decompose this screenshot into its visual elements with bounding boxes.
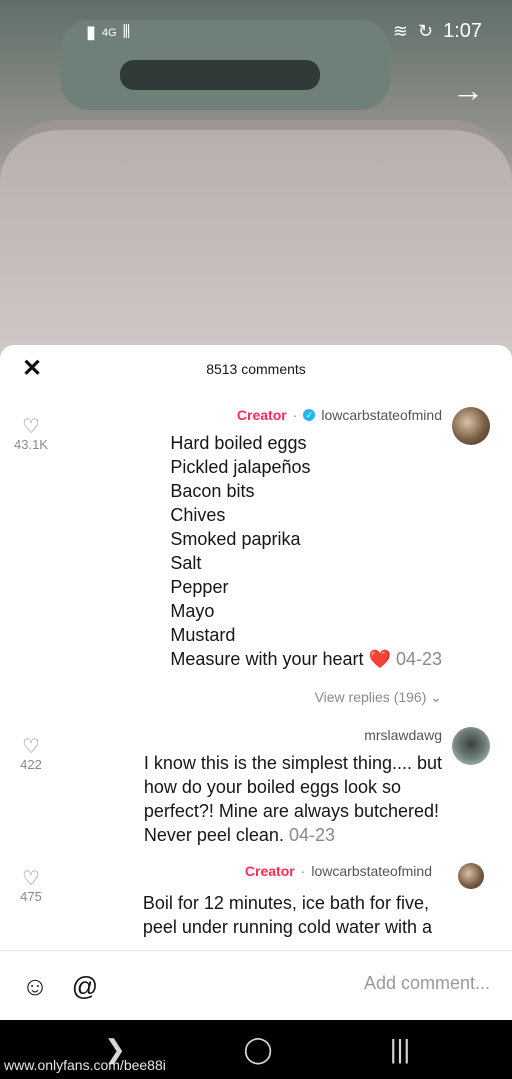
comment-line: Mustard	[170, 625, 236, 645]
avatar[interactable]	[458, 863, 484, 889]
comment-line: Pepper	[170, 577, 229, 597]
comment-line: Mayo	[170, 601, 215, 621]
sync-icon: ↻	[417, 21, 434, 41]
like-count: 422	[20, 757, 42, 772]
comment-line: I know this is the simplest thing.... bu…	[143, 753, 442, 773]
comment-line-text: Measure with your heart	[170, 649, 364, 669]
comments-header: ✕ 8513 comments	[0, 345, 512, 393]
network-badge-icon: 4G	[101, 26, 117, 39]
mention-icon[interactable]: @	[70, 971, 100, 1001]
signal-icon: ⫴	[122, 22, 131, 42]
recent-apps-icon[interactable]: |||	[380, 1034, 420, 1065]
battery-icon: ▮	[86, 22, 96, 42]
comments-count: 8513 comments	[206, 361, 306, 377]
comment-date: 04-23	[395, 649, 442, 669]
comment-line: Smoked paprika	[170, 529, 301, 549]
video-object-pan	[0, 120, 512, 360]
avatar[interactable]	[452, 407, 490, 445]
status-time: 1:07	[443, 20, 482, 42]
creator-badge: Creator	[244, 863, 295, 879]
status-bar: ▮ 4G ⫴ ≋ ↻ 1:07	[0, 18, 512, 46]
comment-text: Boil for 12 minutes, ice bath for five, …	[143, 891, 432, 939]
comment-last-line: Never peel clean. 04-23	[144, 823, 442, 847]
watermark-text: www.onlyfans.com/bee88i	[4, 1057, 166, 1073]
comment-line: Boil for 12 minutes, ice bath for five,	[142, 893, 429, 913]
like-button[interactable]: ♡ 422	[12, 737, 50, 772]
status-left-icons: ▮ 4G ⫴	[86, 22, 130, 43]
comment-line: Chives	[170, 505, 226, 525]
view-replies-label: View replies (196)	[314, 689, 427, 705]
comment-line: how do your boiled eggs look so	[143, 777, 402, 797]
home-icon[interactable]: ◯	[238, 1034, 278, 1065]
comment-author-row: Creator · ✓ lowcarbstateofmind	[237, 407, 442, 423]
wifi-icon: ≋	[392, 21, 408, 41]
comment-author-row: Creator · lowcarbstateofmind	[245, 863, 432, 879]
comment-last-line: Measure with your heart ❤️ 04-23	[170, 647, 442, 671]
heart-emoji-icon: ❤️	[368, 649, 391, 669]
comment-username[interactable]: lowcarbstateofmind	[321, 407, 442, 423]
share-arrow-button[interactable]: →	[448, 70, 488, 110]
comment-line: Pickled jalapeños	[170, 457, 311, 477]
creator-badge: Creator	[236, 407, 287, 423]
heart-outline-icon: ♡	[22, 416, 40, 438]
video-object-hole	[120, 60, 320, 90]
heart-outline-icon: ♡	[22, 736, 40, 758]
comment-line: Bacon bits	[170, 481, 255, 501]
like-button[interactable]: ♡ 475	[12, 869, 50, 904]
emoji-icon[interactable]: ☺	[20, 971, 50, 1001]
comment-username[interactable]: lowcarbstateofmind	[311, 863, 432, 879]
view-replies-link[interactable]: View replies (196) ⌄	[315, 689, 442, 706]
comment-author-row: mrslawdawg	[364, 727, 442, 743]
comments-panel: ✕ 8513 comments Creator · ✓ lowcarbstate…	[0, 345, 512, 1020]
separator-dot: ·	[292, 407, 298, 423]
avatar[interactable]	[452, 727, 490, 765]
comment-input[interactable]: Add comment...	[364, 973, 490, 994]
comment-input-bar: ☺ @ Add comment...	[0, 950, 512, 1020]
video-background[interactable]	[0, 0, 512, 360]
like-button[interactable]: ♡ 43.1K	[12, 417, 50, 452]
chevron-down-icon: ⌄	[430, 689, 442, 705]
comment-line: perfect?! Mine are always butchered!	[143, 801, 440, 821]
comment-line-text: Never peel clean.	[143, 825, 284, 845]
comment-line: peel under running cold water with a	[142, 917, 432, 937]
comment-username[interactable]: mrslawdawg	[364, 727, 442, 743]
like-count: 475	[20, 889, 42, 904]
comment-text: I know this is the simplest thing.... bu…	[144, 751, 442, 847]
comment-date: 04-23	[288, 825, 336, 845]
like-count: 43.1K	[14, 437, 48, 452]
verified-icon: ✓	[303, 409, 316, 421]
system-nav-bar: ❯ ◯ ||| www.onlyfans.com/bee88i	[0, 1020, 512, 1079]
comment-line: Salt	[170, 553, 202, 573]
comment-line: Hard boiled eggs	[170, 433, 307, 453]
separator-dot: ·	[300, 863, 306, 879]
comment-text: Hard boiled eggs Pickled jalapeños Bacon…	[170, 431, 442, 671]
heart-outline-icon: ♡	[22, 868, 40, 890]
status-right-icons: ≋ ↻ 1:07	[393, 20, 482, 43]
